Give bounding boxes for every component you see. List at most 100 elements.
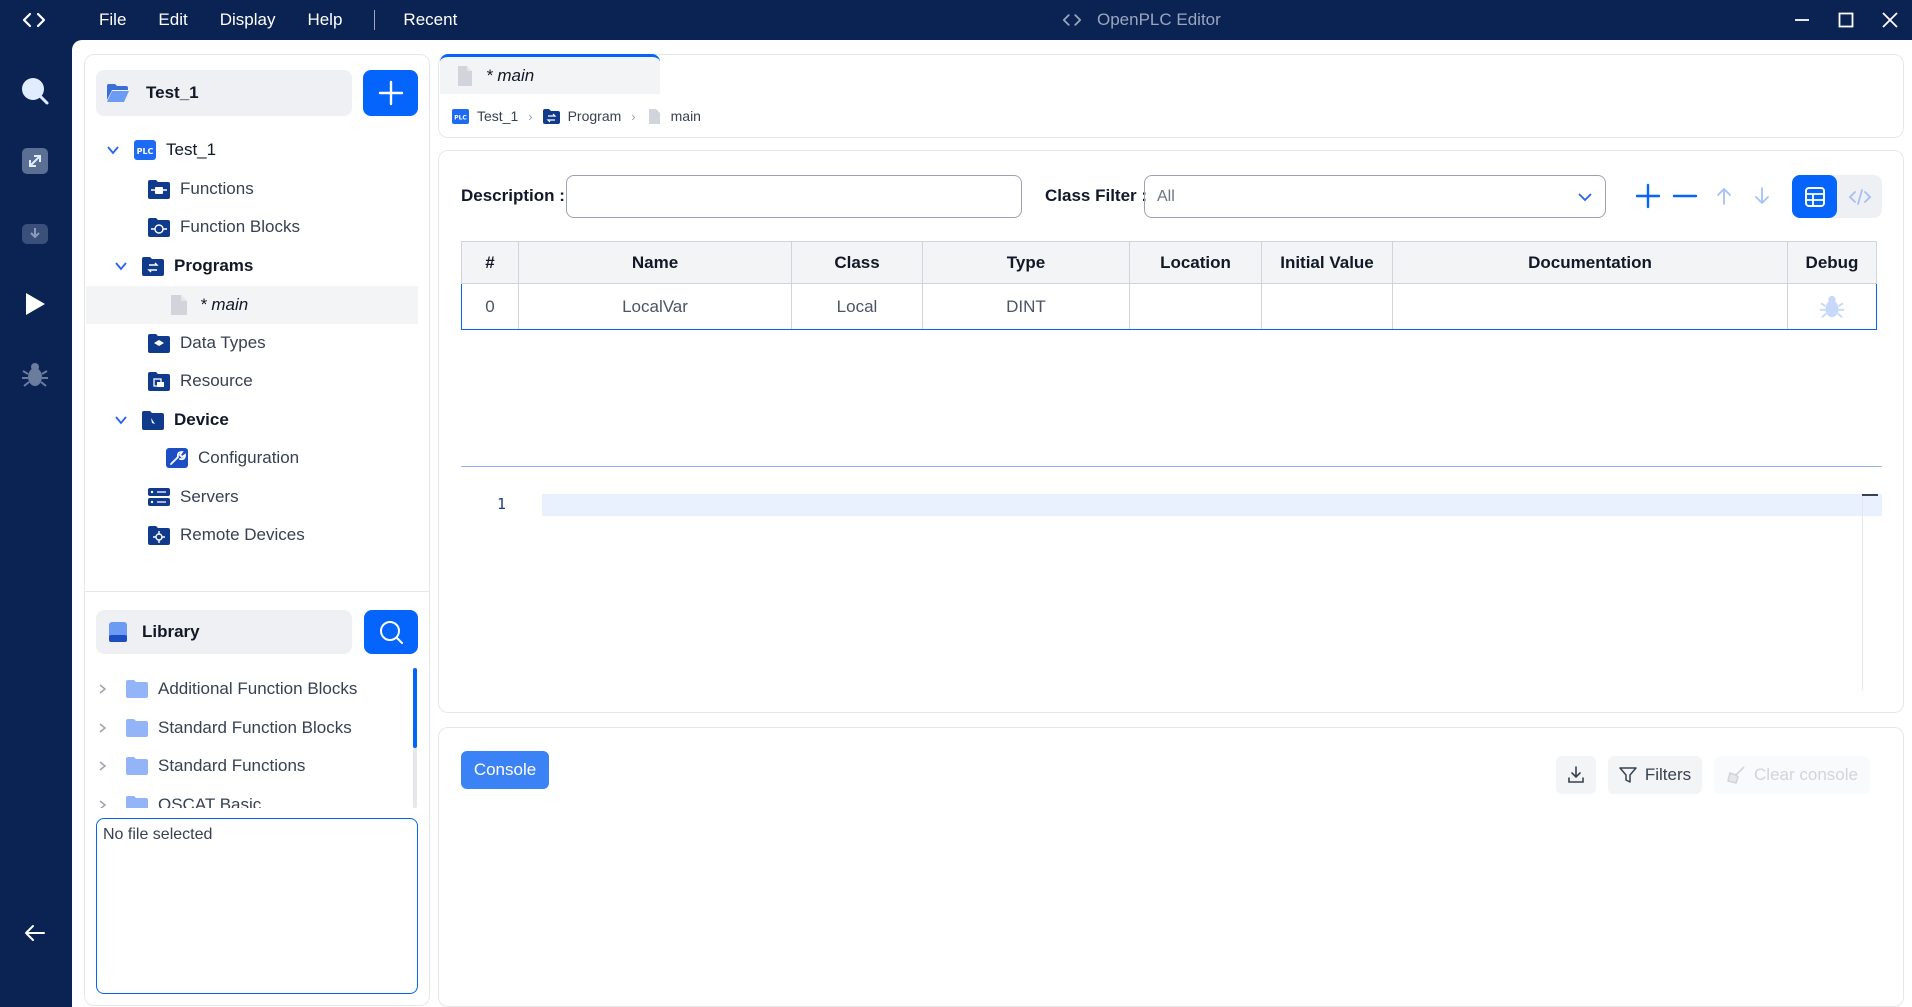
add-button[interactable] xyxy=(363,70,418,116)
library-item[interactable]: OSCAT Basic xyxy=(96,786,416,808)
chevron-down-icon xyxy=(107,146,119,155)
library-scrollbar[interactable] xyxy=(413,668,417,808)
library-item[interactable]: Additional Function Blocks xyxy=(96,670,416,709)
minimize-icon xyxy=(1795,19,1809,21)
column-header-documentation[interactable]: Documentation xyxy=(1392,241,1788,284)
activity-zoom[interactable] xyxy=(20,146,50,176)
column-header-name[interactable]: Name xyxy=(518,241,792,284)
tab-console[interactable]: Console xyxy=(461,751,549,789)
menu-display[interactable]: Display xyxy=(220,10,276,30)
library-divider xyxy=(85,591,429,592)
bug-icon xyxy=(1819,295,1845,318)
library-item-label: Standard Function Blocks xyxy=(158,717,352,737)
activity-debug[interactable] xyxy=(20,360,50,390)
tree-item-resource[interactable]: Resource xyxy=(148,365,253,397)
tree-item-functions[interactable]: Functions xyxy=(148,173,254,205)
tree-label: Servers xyxy=(180,487,239,506)
tree-item-programs[interactable]: Programs xyxy=(114,250,253,282)
tree-item-servers[interactable]: Servers xyxy=(148,481,239,513)
download-log-button[interactable] xyxy=(1556,756,1596,794)
breadcrumb-project[interactable]: Test_1 xyxy=(477,108,518,124)
maximize-button[interactable] xyxy=(1824,0,1868,40)
plus-icon xyxy=(378,80,403,106)
arrow-down-icon xyxy=(1755,187,1769,205)
cell-initial-value[interactable] xyxy=(1261,283,1393,330)
chevron-down-icon xyxy=(1578,192,1592,201)
close-icon xyxy=(1882,12,1898,28)
code-view-button[interactable] xyxy=(1837,175,1882,218)
tree-item-configuration[interactable]: Configuration xyxy=(166,442,299,474)
library-item[interactable]: Standard Function Blocks xyxy=(96,709,416,748)
file-info-box: No file selected xyxy=(96,818,418,994)
tree-item-device[interactable]: Device xyxy=(114,404,229,436)
class-filter-select[interactable]: All xyxy=(1144,175,1606,218)
project-selector[interactable]: Test_1 xyxy=(96,70,352,116)
table-row[interactable]: 0 LocalVar Local DINT xyxy=(461,283,1877,330)
tree-label: Configuration xyxy=(198,448,300,467)
minimap-marker xyxy=(1862,494,1878,496)
file-icon xyxy=(648,108,660,124)
cell-location[interactable] xyxy=(1129,283,1262,330)
activity-search[interactable] xyxy=(20,76,50,106)
editor-split-divider[interactable] xyxy=(461,466,1882,467)
library-search-button[interactable] xyxy=(364,610,418,654)
book-icon xyxy=(109,622,127,642)
tree-item-main[interactable]: * main xyxy=(168,289,248,321)
close-button[interactable] xyxy=(1868,0,1912,40)
code-editor-current-line[interactable] xyxy=(542,494,1882,516)
cell-type[interactable]: DINT xyxy=(922,283,1130,330)
column-header-class[interactable]: Class xyxy=(791,241,923,284)
editor-minimap xyxy=(1862,494,1863,690)
tree-item-remote-devices[interactable]: Remote Devices xyxy=(148,519,305,551)
filters-button[interactable]: Filters xyxy=(1608,756,1702,794)
file-icon xyxy=(458,65,472,86)
column-header-location[interactable]: Location xyxy=(1129,241,1262,284)
line-number: 1 xyxy=(497,495,507,513)
chevron-down-icon xyxy=(115,262,127,271)
description-label: Description : xyxy=(461,186,565,205)
wrench-icon xyxy=(166,448,188,468)
tree-item-project-root[interactable]: PLC Test_1 xyxy=(106,134,216,166)
project-name: Test_1 xyxy=(146,83,199,102)
breadcrumb-main[interactable]: main xyxy=(671,108,701,124)
plc-icon: PLC xyxy=(452,108,469,124)
remove-variable-button[interactable] xyxy=(1669,180,1701,212)
add-variable-button[interactable] xyxy=(1632,180,1664,212)
tab-main[interactable]: * main xyxy=(440,54,660,94)
menu-edit[interactable]: Edit xyxy=(158,10,187,30)
file-icon xyxy=(171,295,187,315)
plc-badge-text: PLC xyxy=(137,147,154,156)
activity-run[interactable] xyxy=(20,289,50,319)
library-header[interactable]: Library xyxy=(96,610,352,654)
library-scrollbar-thumb[interactable] xyxy=(413,668,417,748)
activity-download[interactable] xyxy=(20,218,50,248)
library-item[interactable]: Standard Functions xyxy=(96,747,416,786)
column-header-debug[interactable]: Debug xyxy=(1787,241,1877,284)
column-header-type[interactable]: Type xyxy=(922,241,1130,284)
cell-debug[interactable] xyxy=(1787,283,1877,330)
library-item-label: Standard Functions xyxy=(158,756,306,776)
menu-file[interactable]: File xyxy=(99,10,126,30)
tree-item-function-blocks[interactable]: Function Blocks xyxy=(148,211,300,243)
menu-help[interactable]: Help xyxy=(307,10,342,30)
tree-item-data-types[interactable]: Data Types xyxy=(148,327,266,359)
breadcrumb-program[interactable]: Program xyxy=(568,108,622,124)
cell-documentation[interactable] xyxy=(1392,283,1788,330)
function-blocks-folder-icon xyxy=(148,218,170,237)
cell-class[interactable]: Local xyxy=(791,283,923,330)
move-down-button[interactable] xyxy=(1746,180,1778,212)
clear-console-button[interactable]: Clear console xyxy=(1714,756,1870,794)
minimize-button[interactable] xyxy=(1780,0,1824,40)
move-up-button[interactable] xyxy=(1708,180,1740,212)
folder-icon xyxy=(126,757,148,776)
bug-icon xyxy=(22,363,48,387)
column-header-index[interactable]: # xyxy=(461,241,519,284)
activity-collapse[interactable] xyxy=(20,918,50,948)
cell-name[interactable]: LocalVar xyxy=(518,283,792,330)
menu-recent[interactable]: Recent xyxy=(403,10,457,30)
table-view-button[interactable] xyxy=(1792,175,1837,218)
library-title: Library xyxy=(142,622,200,641)
column-header-initial-value[interactable]: Initial Value xyxy=(1261,241,1393,284)
description-input[interactable] xyxy=(566,175,1022,218)
chevron-right-icon xyxy=(99,684,107,694)
